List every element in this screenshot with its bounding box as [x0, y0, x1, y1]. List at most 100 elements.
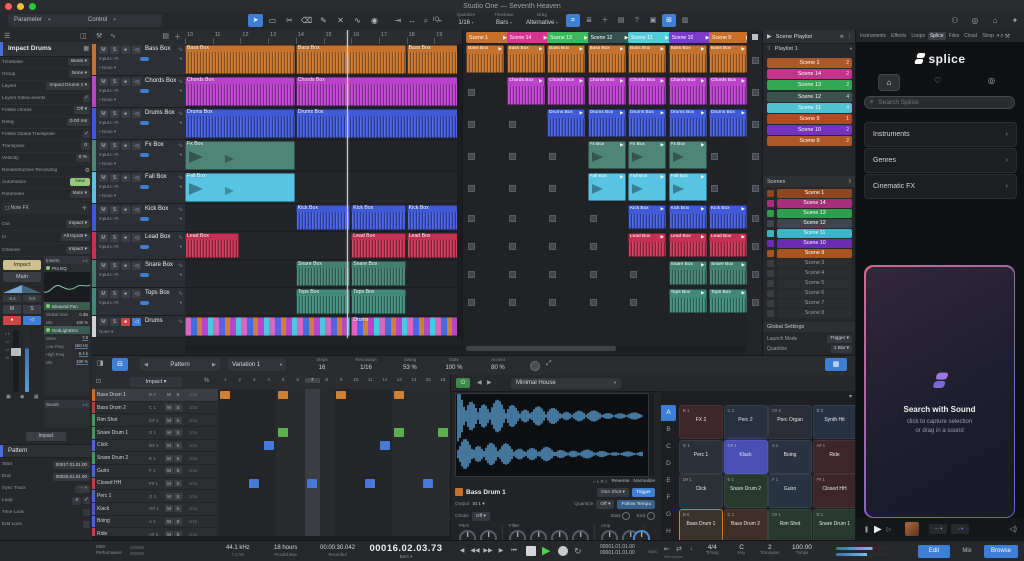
empty-slot-stop[interactable] [468, 271, 475, 278]
pattern-lane-header[interactable]: KlackG# 1MS1/16 [92, 503, 218, 516]
lane-solo-button[interactable]: S [174, 493, 182, 500]
audio-clip[interactable]: Snare Box [296, 261, 350, 286]
user-icon[interactable]: ⚇ [948, 14, 962, 27]
inspector-row-value[interactable]: Impact Drums 1 ▾ [46, 82, 90, 90]
input-toggle[interactable] [140, 89, 149, 93]
channel-tab[interactable]: Impact [26, 432, 66, 441]
playlist-play-icon[interactable]: ▶ [767, 33, 772, 40]
timebase-dropdown[interactable]: TimebaseBars ▾ [486, 13, 522, 26]
pattern-lane-header[interactable]: Snare Drum 1D 1MS1/16 [92, 427, 218, 440]
clip-play-icon[interactable]: ▶ [580, 77, 583, 85]
inspector-row-value[interactable]: 0 % [76, 154, 90, 162]
launcher-clip[interactable]: Tops Box▶ [669, 289, 707, 313]
audio-clip[interactable]: Kick Box [407, 205, 461, 230]
automation-selector[interactable]: ▪ None ▾ [99, 97, 116, 103]
bank-tab-F[interactable]: F [661, 490, 676, 506]
playhead[interactable] [347, 30, 348, 338]
pad-closed-hh[interactable]: F# 1Closed HH [813, 474, 856, 508]
checkbox-checked[interactable]: ✓ [83, 131, 90, 138]
audition-output-icon[interactable]: ◁) [1009, 525, 1017, 533]
expand-editor-icon[interactable]: ⤢ [546, 360, 552, 368]
pattern-lane-header[interactable]: Rim ShotC# 1MS1/16 [92, 414, 218, 427]
track-header[interactable]: MS●◁Lead Box∿Input L+R▾ [92, 232, 185, 260]
insert-param-value[interactable]: 8.4 k [79, 351, 88, 357]
empty-slot-stop[interactable] [468, 215, 475, 222]
audio-clip[interactable]: Snare Box [351, 261, 405, 286]
row-stop-button[interactable] [752, 215, 759, 222]
track-header[interactable]: MS●◁Snare Box∿Input L+R▾ [92, 260, 185, 288]
track-input-caret[interactable]: ▾ [180, 56, 182, 62]
empty-slot-stop[interactable] [509, 299, 516, 306]
scene-header-chip[interactable]: Scene 10▶ [669, 32, 713, 43]
launcher-clip[interactable]: Tops Box▶ [709, 289, 747, 313]
lane-solo-button[interactable]: S [174, 429, 182, 436]
follow-tempo-button[interactable]: Follow Tempo [617, 500, 655, 509]
io-row-value[interactable]: All Inputs ▾ [61, 233, 90, 241]
scene-list-item[interactable]: Scene 9 [767, 249, 852, 258]
monitor-button[interactable]: ◁ [132, 46, 141, 54]
record-arm-button[interactable]: ● [121, 142, 130, 150]
io-row-value[interactable]: Impact ▾ [66, 246, 90, 254]
pattern-step-cell[interactable] [438, 428, 448, 437]
launcher-h-scrollthumb[interactable] [466, 346, 616, 351]
pattern-step-cell[interactable] [394, 391, 404, 400]
launcher-clip[interactable]: Bass Box▶ [628, 45, 666, 73]
split-tool-icon[interactable]: ✂ [282, 14, 297, 27]
mute-button[interactable]: M [99, 318, 108, 326]
lane-solo-button[interactable]: S [174, 404, 182, 411]
position-display[interactable]: 00016.02.03.73Bars ▾ [360, 543, 452, 560]
clip-play-icon[interactable]: ▶ [620, 141, 623, 149]
volume-dropdown[interactable]: — ▾ [929, 524, 947, 534]
clip-play-icon[interactable]: ▶ [701, 205, 704, 213]
fader-thumb[interactable] [11, 348, 21, 356]
playlist-menu-icon[interactable]: ≣ [840, 34, 844, 40]
audio-clip[interactable]: Kick Box [351, 205, 405, 230]
mute-button[interactable]: M [99, 174, 108, 182]
scene-list-item[interactable]: Scene 1 [767, 189, 852, 198]
launch-mode-value[interactable]: Trigger ▾ [827, 335, 852, 343]
mute-button[interactable]: M [99, 78, 108, 86]
automation-selector[interactable]: ▪ None ▾ [99, 193, 116, 199]
volume-fader[interactable] [13, 330, 19, 392]
pattern-param-value[interactable]: 1/16 [346, 365, 386, 371]
browser-tab-splice[interactable]: Splice [928, 32, 946, 40]
record-arm-button[interactable]: ● [121, 234, 130, 242]
clip-play-icon[interactable]: ▶ [742, 289, 745, 297]
row-stop-button[interactable] [752, 185, 759, 192]
automation-selector[interactable]: ▪ None ▾ [99, 129, 116, 135]
pan-value-left[interactable]: -0.4 [3, 295, 21, 302]
clip-play-icon[interactable]: ▶ [742, 77, 745, 85]
row-stop-button[interactable] [752, 271, 759, 278]
previous-bar-button[interactable]: ◀ [456, 544, 468, 558]
lane-solo-button[interactable]: S [174, 417, 182, 424]
scene-list-item[interactable]: Scene 4 [767, 269, 852, 278]
pattern-lane-header[interactable]: GuiroF 1MS1/16 [92, 465, 218, 478]
empty-slot-stop[interactable] [549, 215, 556, 222]
launcher-clip[interactable]: Snare Box▶ [669, 261, 707, 285]
track-header[interactable]: MS●◁Chords Box∿Input L+R▾▪ None ▾ [92, 76, 185, 108]
trigger-button[interactable]: Trigger [632, 488, 655, 497]
monitor-button[interactable]: ◁ [132, 318, 141, 326]
record-arm-button[interactable]: ● [121, 290, 130, 298]
record-arm-button[interactable]: ● [121, 110, 130, 118]
launcher-clip[interactable]: Fall Box▶ [669, 173, 707, 201]
solo-button[interactable]: S [110, 78, 119, 86]
clip-play-icon[interactable]: ▶ [661, 77, 664, 85]
scene-header-chip[interactable]: Scene 11▶ [628, 32, 672, 43]
scenes-up-icon[interactable]: ⇧ [847, 179, 852, 185]
pattern-param-value[interactable]: 100 % [434, 365, 474, 371]
play-button[interactable]: ▶ [542, 544, 550, 558]
track-input-caret[interactable]: ▾ [180, 120, 182, 126]
splice-search-input[interactable] [876, 98, 1000, 107]
pattern-param-value[interactable]: 16 [302, 365, 342, 371]
empty-slot-stop[interactable] [468, 89, 475, 96]
scene-stop-all-icon[interactable] [752, 34, 758, 40]
pattern-step-cell[interactable] [365, 479, 375, 488]
clip-play-icon[interactable]: ▶ [539, 45, 542, 53]
key-dropdown[interactable]: ♪ ▾ [951, 524, 969, 534]
row-stop-button[interactable] [752, 89, 759, 96]
lane-mute-button[interactable]: M [165, 480, 173, 487]
scene-list-item[interactable]: Scene 7 [767, 299, 852, 308]
bank-tab-E[interactable]: E [661, 473, 676, 489]
next-bar-button[interactable]: ▶ [495, 544, 507, 558]
